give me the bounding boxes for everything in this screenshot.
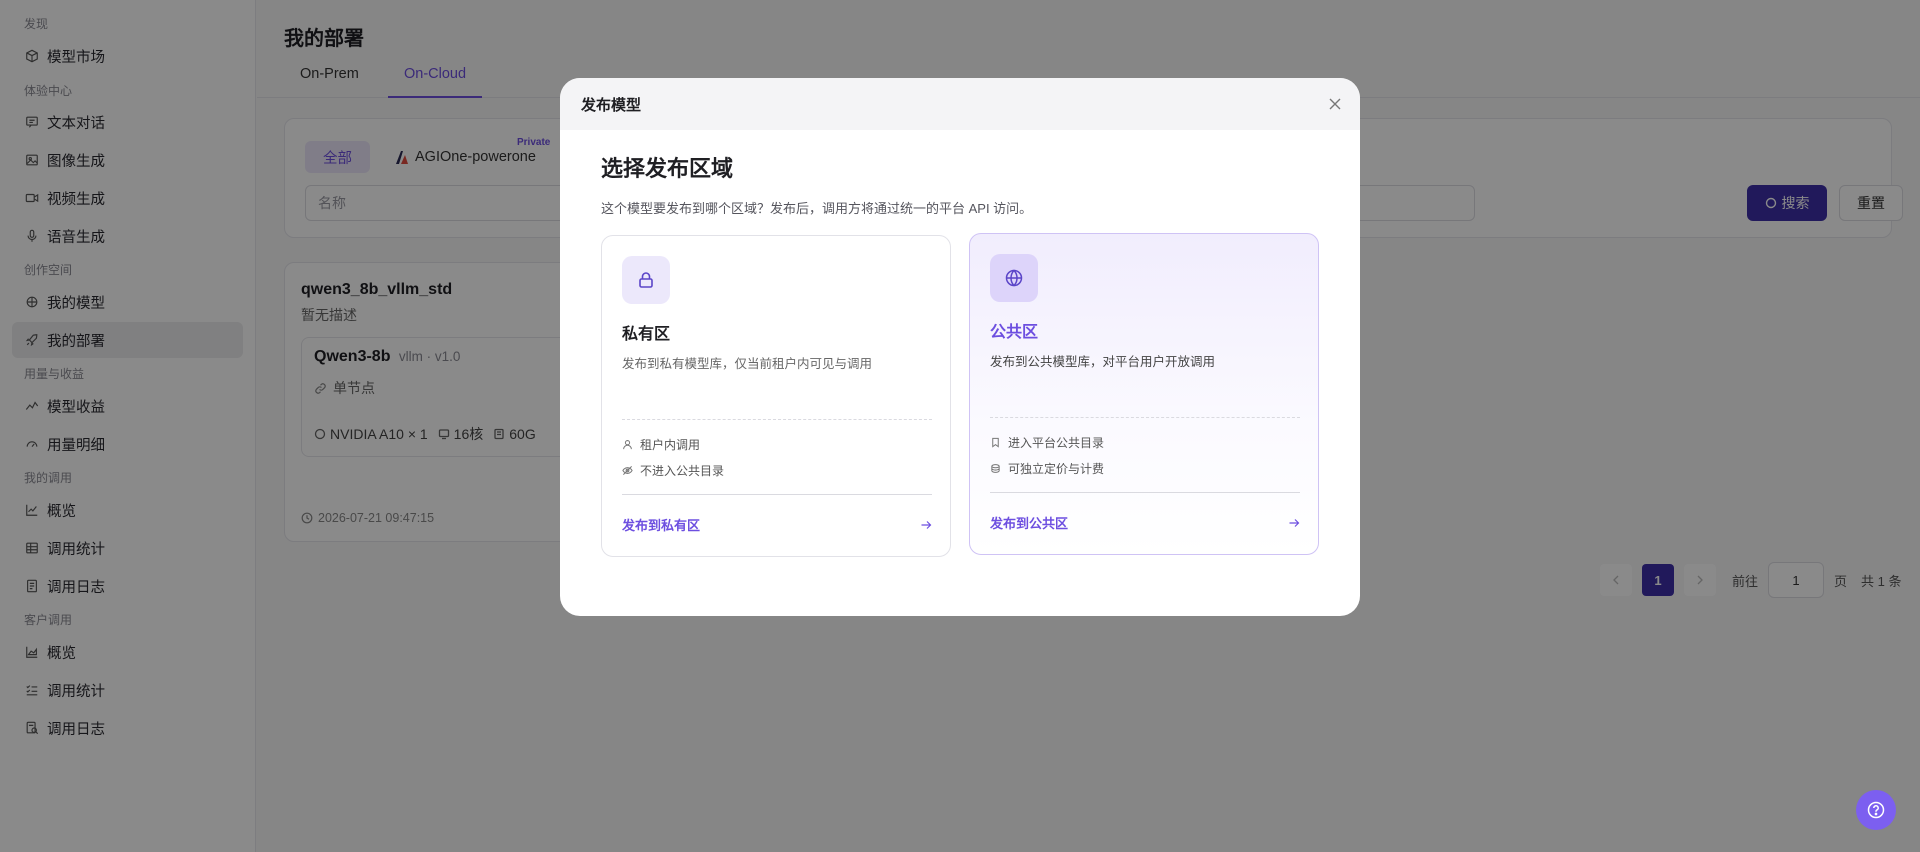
arrow-right-icon xyxy=(921,520,932,529)
lock-icon xyxy=(639,272,653,288)
private-zone-description: 发布到私有模型库，仅当前租户内可见与调用 xyxy=(622,357,873,371)
private-zone-card[interactable]: 私有区 发布到私有模型库，仅当前租户内可见与调用 租户内调用 不进入公共目录 发… xyxy=(601,235,951,557)
private-zone-icon-box xyxy=(622,256,670,304)
feature-label: 租户内调用 xyxy=(640,438,701,452)
dialog-subtitle: 这个模型要发布到哪个区域？发布后，调用方将通过统一的平台 API 访问。 xyxy=(601,201,1033,216)
close-icon[interactable] xyxy=(1328,97,1342,111)
dialog-header-title: 发布模型 xyxy=(581,96,642,114)
feature-label: 不进入公共目录 xyxy=(640,464,725,478)
public-zone-icon-box xyxy=(990,254,1038,302)
publish-model-dialog: 发布模型 选择发布区域 这个模型要发布到哪个区域？发布后，调用方将通过统一的平台… xyxy=(560,78,1360,616)
public-zone-feature: 可独立定价与计费 xyxy=(990,460,1104,477)
dialog-header: 发布模型 xyxy=(560,78,1360,130)
public-zone-card[interactable]: 公共区 发布到公共模型库，对平台用户开放调用 进入平台公共目录 可独立定价与计费… xyxy=(969,233,1319,555)
dialog-title: 选择发布区域 xyxy=(601,156,734,181)
publish-public-button[interactable]: 发布到公共区 xyxy=(990,513,1300,532)
divider xyxy=(622,419,932,420)
arrow-right-icon xyxy=(1289,518,1300,527)
feature-label: 进入平台公共目录 xyxy=(1008,436,1105,450)
globe-icon xyxy=(1005,269,1023,287)
feature-label: 可独立定价与计费 xyxy=(1008,462,1105,476)
public-zone-feature: 进入平台公共目录 xyxy=(990,434,1104,451)
divider xyxy=(990,417,1300,418)
publish-public-label: 发布到公共区 xyxy=(990,516,1069,531)
private-zone-name: 私有区 xyxy=(622,326,671,343)
private-zone-feature: 不进入公共目录 xyxy=(622,462,724,479)
public-zone-name: 公共区 xyxy=(990,324,1039,341)
bookmark-icon xyxy=(992,437,999,448)
divider xyxy=(622,494,932,495)
divider xyxy=(990,492,1300,493)
publish-private-label: 发布到私有区 xyxy=(622,518,701,533)
coins-icon xyxy=(991,464,1000,473)
user-icon xyxy=(623,440,632,450)
publish-private-button[interactable]: 发布到私有区 xyxy=(622,515,932,534)
eye-off-icon xyxy=(622,466,633,475)
public-zone-description: 发布到公共模型库，对平台用户开放调用 xyxy=(990,355,1216,369)
private-zone-feature: 租户内调用 xyxy=(622,436,700,453)
help-icon xyxy=(1867,801,1885,819)
help-button[interactable] xyxy=(1856,790,1896,830)
